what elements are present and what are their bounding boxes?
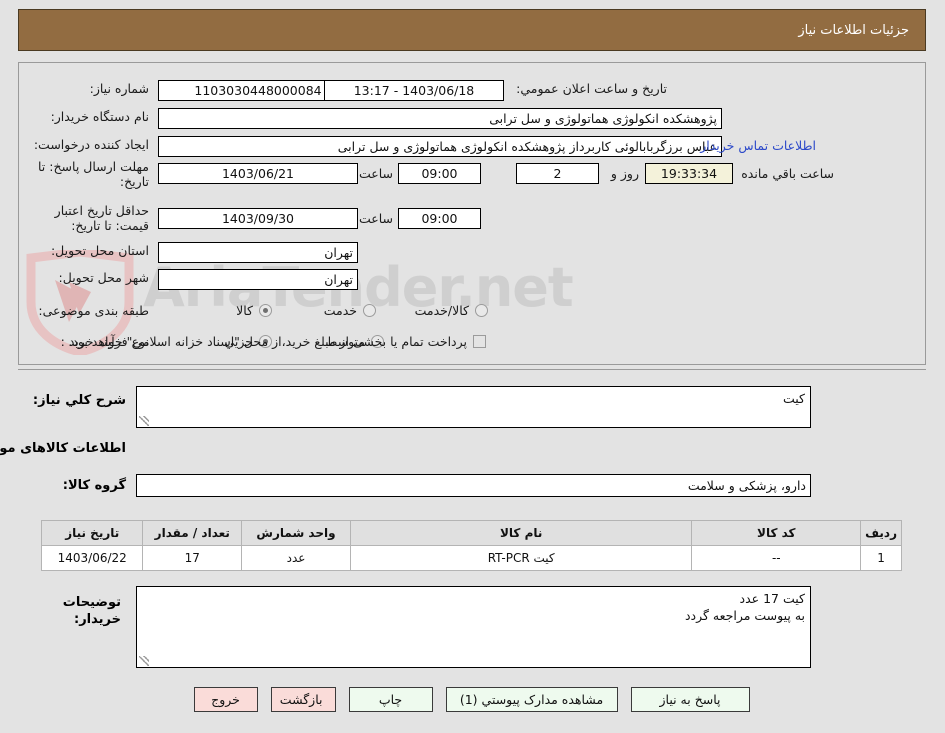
subject-class-option-label-1: خدمت: [324, 303, 358, 318]
response-deadline-days-label: روز و: [611, 166, 640, 181]
table-row: 1 -- کیت RT-PCR عدد 17 1403/06/22: [41, 545, 903, 571]
print-button[interactable]: چاپ: [349, 687, 434, 712]
need-number-label-wrap: شماره نیاز:: [20, 81, 150, 96]
page-title-text: جزئیات اطلاعات نیاز: [799, 22, 910, 38]
respond-to-need-button[interactable]: پاسخ به نیاز: [631, 687, 751, 712]
public-announce-label: تاریخ و ساعت اعلان عمومي:: [517, 81, 668, 96]
price-validity-label-wrap: حداقل تاریخ اعتبار قیمت: تا تاریخ:: [20, 203, 150, 233]
treasury-note-row[interactable]: پرداخت تمام یا بخشی از مبلغ خرید،از محل …: [69, 334, 487, 349]
price-validity-time-label: ساعت: [359, 211, 394, 226]
buyer-org-field[interactable]: پژوهشکده انکولوژی هماتولوژی و سل ترابی: [159, 108, 723, 129]
radio-goods-icon[interactable]: [260, 304, 273, 317]
goods-table: ردیف کد کالا نام کالا واحد شمارش تعداد /…: [41, 520, 903, 571]
buyer-notes-label: توضیحات خریدار:: [63, 595, 122, 627]
footer-button-bar: پاسخ به نیاز مشاهده مدارک پیوستي (1) چاپ…: [0, 687, 945, 712]
response-deadline-days-field[interactable]: 2: [517, 163, 600, 184]
table-header-need-date: تاریخ نیاز: [41, 520, 145, 546]
cell-code: --: [692, 545, 863, 571]
cell-qty: 17: [143, 545, 244, 571]
response-deadline-label-wrap: مهلت ارسال پاسخ: تا تاریخ:: [20, 159, 150, 189]
response-deadline-time-label: ساعت: [359, 166, 394, 181]
radio-service-icon[interactable]: [364, 304, 377, 317]
back-button[interactable]: بازگشت: [271, 687, 337, 712]
radio-goods-service-icon[interactable]: [476, 304, 489, 317]
exit-button[interactable]: خروج: [194, 687, 259, 712]
general-desc-label: شرح کلي نیاز:: [33, 393, 127, 408]
buyer-org-label-wrap: نام دستگاه خریدار:: [52, 109, 150, 124]
resize-grip-icon[interactable]: [140, 416, 150, 426]
public-announce-field[interactable]: 1403/06/18 - 13:17: [325, 80, 505, 101]
table-header-qty: تعداد / مقدار: [143, 520, 244, 546]
buyer-contact-link[interactable]: اطلاعات تماس خریدار: [687, 138, 817, 153]
page-root: AriaTender.net جزئیات اطلاعات نیاز شماره…: [0, 0, 945, 733]
response-deadline-time-field[interactable]: 09:00: [399, 163, 482, 184]
table-header-index: ردیف: [861, 520, 903, 546]
buyer-notes-line-0: کیت 17 عدد: [740, 591, 806, 606]
delivery-province-label: استان محل تحویل:: [51, 243, 150, 258]
table-header-unit: واحد شمارش: [242, 520, 352, 546]
delivery-city-label: شهر محل تحویل:: [59, 270, 150, 285]
table-header-code: کد کالا: [692, 520, 863, 546]
cell-need-date: 1403/06/22: [41, 545, 145, 571]
treasury-note-checkbox[interactable]: [474, 335, 487, 348]
delivery-province-label-wrap: استان محل تحویل:: [52, 243, 150, 258]
request-creator-label-wrap: ایجاد کننده درخواست:: [35, 137, 150, 152]
cell-name: کیت RT-PCR: [350, 545, 694, 571]
response-deadline-date-field[interactable]: 1403/06/21: [159, 163, 359, 184]
price-validity-label: حداقل تاریخ اعتبار قیمت: تا تاریخ:: [55, 203, 150, 233]
goods-group-field[interactable]: دارو، پزشکی و سلامت: [137, 474, 812, 497]
table-header-name: نام کالا: [350, 520, 694, 546]
public-announce-label-wrap: تاریخ و ساعت اعلان عمومي:: [517, 81, 668, 96]
subject-class-option-goods[interactable]: کالا: [237, 303, 273, 318]
general-desc-textarea[interactable]: کیت: [137, 386, 812, 428]
subject-class-option-label-2: کالا/خدمت: [415, 303, 470, 318]
price-validity-time-field[interactable]: 09:00: [399, 208, 482, 229]
countdown-suffix-label: ساعت باقي مانده: [742, 166, 835, 181]
response-deadline-label: مهلت ارسال پاسخ: تا تاریخ:: [39, 159, 150, 189]
delivery-province-field[interactable]: تهران: [159, 242, 359, 263]
cell-index: 1: [861, 545, 903, 571]
subject-class-option-service[interactable]: خدمت: [325, 303, 377, 318]
table-header-row: ردیف کد کالا نام کالا واحد شمارش تعداد /…: [41, 520, 903, 546]
subject-class-option-goods-service[interactable]: کالا/خدمت: [416, 303, 489, 318]
countdown-timer: 19:33:34: [646, 163, 734, 184]
page-title: جزئیات اطلاعات نیاز: [19, 9, 927, 51]
delivery-city-field[interactable]: تهران: [159, 269, 359, 290]
panel-divider: [19, 369, 927, 370]
general-desc-value: کیت: [784, 391, 806, 406]
request-creator-field[interactable]: عباس برزگربابالوئی کاربرداز پژوهشکده انک…: [159, 136, 723, 157]
goods-info-title: اطلاعات کالاهای مورد نیاز: [0, 441, 127, 456]
treasury-note-label: پرداخت تمام یا بخشی از مبلغ خرید،از محل …: [69, 334, 468, 349]
delivery-city-label-wrap: شهر محل تحویل:: [60, 270, 150, 285]
request-creator-label: ایجاد کننده درخواست:: [34, 137, 150, 152]
cell-unit: عدد: [242, 545, 352, 571]
buyer-notes-textarea[interactable]: کیت 17 عدد به پیوست مراجعه گردد: [137, 586, 812, 668]
subject-class-label: طبقه بندی موضوعی:: [39, 303, 150, 318]
view-attachments-button[interactable]: مشاهده مدارک پیوستي (1): [446, 687, 619, 712]
buyer-org-label: نام دستگاه خریدار:: [51, 109, 150, 124]
subject-class-option-label-0: کالا: [237, 303, 254, 318]
price-validity-date-field[interactable]: 1403/09/30: [159, 208, 359, 229]
buyer-notes-line-1: به پیوست مراجعه گردد: [685, 608, 806, 623]
resize-grip-icon[interactable]: [140, 656, 150, 666]
subject-class-label-wrap: طبقه بندی موضوعی:: [39, 303, 150, 318]
goods-group-label: گروه کالا:: [63, 478, 127, 493]
need-number-label: شماره نیاز:: [90, 81, 150, 96]
